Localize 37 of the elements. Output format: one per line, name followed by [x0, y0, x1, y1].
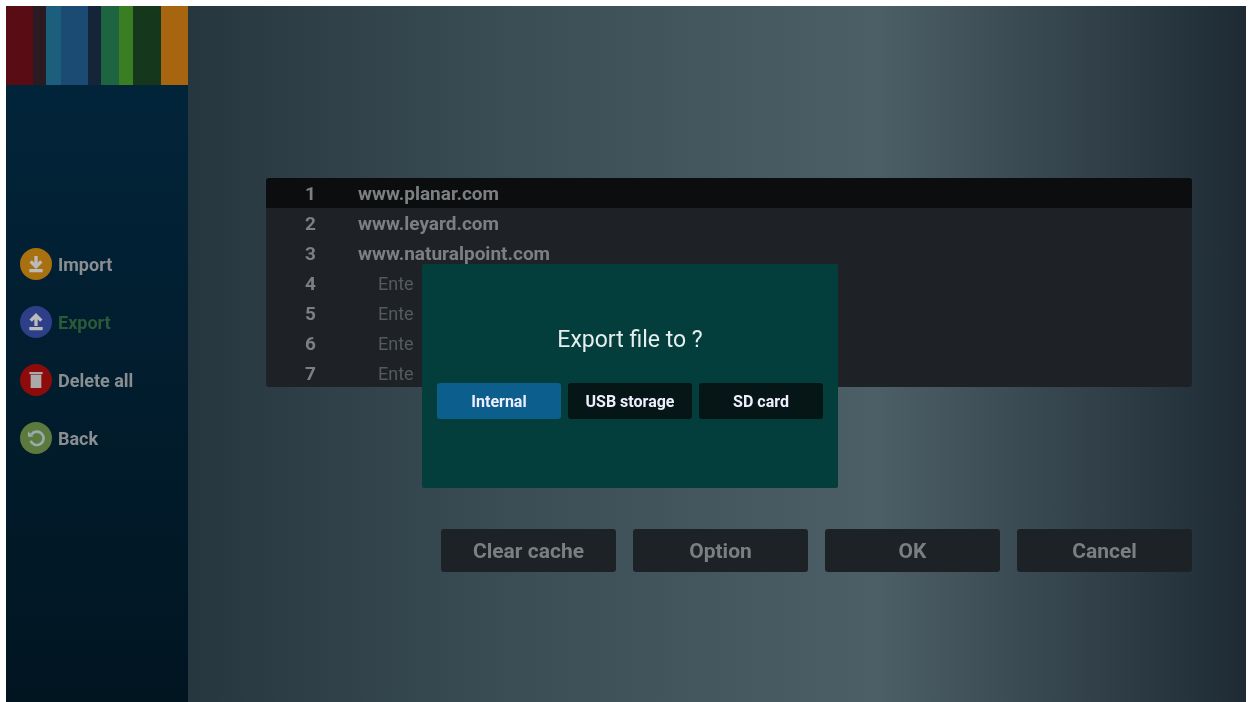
action-button[interactable]: Option — [633, 529, 808, 572]
storage-option-button[interactable]: USB storage — [568, 383, 692, 419]
url-row[interactable]: 6 Ente — [266, 328, 418, 358]
url-text: www.leyard.com — [358, 211, 500, 235]
url-row[interactable]: 2 www.leyard.com — [266, 208, 504, 238]
storage-option-button[interactable]: Internal — [437, 383, 561, 419]
sidebar-item[interactable]: Back — [20, 422, 188, 454]
url-row[interactable]: 3 www.naturalpoint.com — [266, 238, 555, 268]
storage-option-button[interactable]: SD card — [699, 383, 823, 419]
back-icon — [20, 422, 52, 454]
placeholder-text: Ente — [378, 332, 414, 354]
trash-icon — [20, 364, 52, 396]
url-text: www.planar.com — [358, 181, 500, 205]
sidebar-item[interactable]: Delete all — [20, 364, 188, 396]
row-number: 6 — [304, 331, 316, 355]
action-button[interactable]: OK — [825, 529, 1000, 572]
url-row[interactable]: 7 Ente — [266, 358, 418, 387]
dialog-title: Export file to ? — [557, 326, 703, 353]
action-button[interactable]: Clear cache — [441, 529, 616, 572]
row-number: 7 — [304, 361, 316, 385]
sidebar-item[interactable]: Import — [20, 248, 188, 280]
action-button[interactable]: Cancel — [1017, 529, 1192, 572]
placeholder-text: Ente — [378, 302, 414, 324]
url-row[interactable]: 1 www.planar.com — [266, 178, 1192, 208]
upload-icon — [20, 306, 52, 338]
placeholder-text: Ente — [378, 272, 414, 294]
row-number: 5 — [304, 301, 316, 325]
url-row[interactable]: 4 Ente — [266, 268, 418, 298]
sidebar-item[interactable]: Export — [20, 306, 188, 338]
url-row[interactable]: 5 Ente — [266, 298, 418, 328]
url-text: www.naturalpoint.com — [358, 241, 551, 265]
row-number: 4 — [304, 271, 316, 295]
row-number: 2 — [304, 211, 316, 235]
row-number: 3 — [304, 241, 316, 265]
placeholder-text: Ente — [378, 362, 414, 384]
row-number: 1 — [304, 181, 316, 205]
download-icon — [20, 248, 52, 280]
